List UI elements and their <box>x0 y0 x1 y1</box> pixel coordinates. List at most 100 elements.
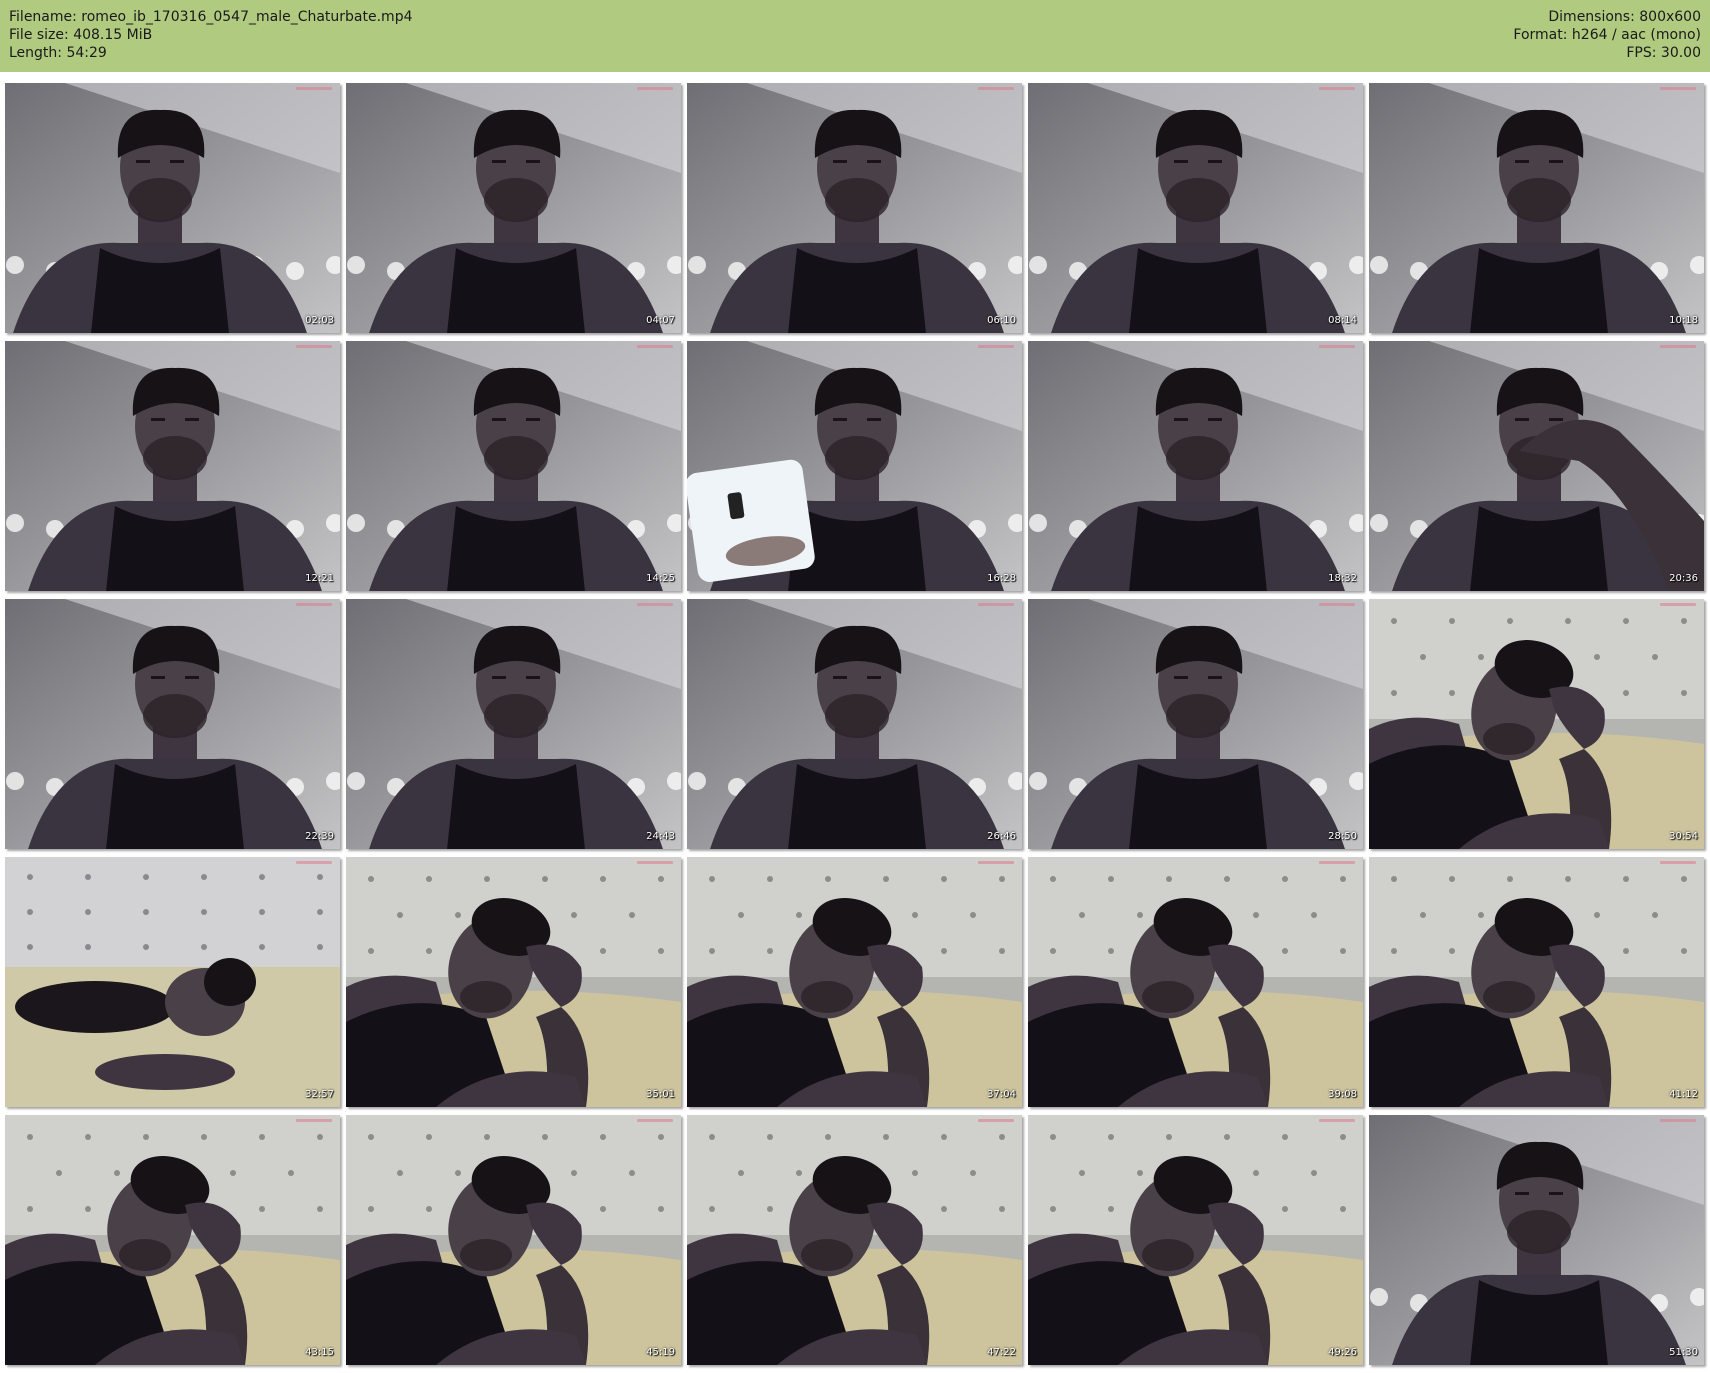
watermark-logo <box>1660 345 1696 348</box>
thumbnail-frame <box>1369 1115 1704 1365</box>
thumbnail-timestamp: 24:43 <box>646 831 675 842</box>
thumbnail-frame <box>687 341 1022 591</box>
watermark-logo <box>1319 87 1355 90</box>
watermark-logo <box>978 1119 1014 1122</box>
video-thumbnail[interactable]: 04:07 <box>346 83 681 333</box>
thumbnail-frame <box>346 1115 681 1365</box>
video-thumbnail[interactable]: 30:54 <box>1369 599 1704 849</box>
thumbnail-timestamp: 08:14 <box>1328 315 1357 326</box>
video-thumbnail[interactable]: 28:50 <box>1028 599 1363 849</box>
video-thumbnail[interactable]: 08:14 <box>1028 83 1363 333</box>
thumbnail-frame <box>687 83 1022 333</box>
watermark-logo <box>1660 603 1696 606</box>
thumbnail-frame <box>5 341 340 591</box>
thumbnail-frame <box>346 857 681 1107</box>
format-text: Format: h264 / aac (mono) <box>1513 27 1701 43</box>
watermark-logo <box>978 345 1014 348</box>
thumbnail-frame <box>1028 599 1363 849</box>
thumbnail-grid: 02:03 04:07 06:10 08:14 10:18 12:21 14:25 16:28… <box>5 83 1707 1371</box>
thumbnail-timestamp: 30:54 <box>1669 831 1698 842</box>
filesize-text: File size: 408.15 MiB <box>9 27 153 43</box>
thumbnail-timestamp: 35:01 <box>646 1089 675 1100</box>
video-thumbnail[interactable]: 24:43 <box>346 599 681 849</box>
file-info-right: Dimensions: 800x600 Format: h264 / aac (… <box>1513 8 1701 62</box>
thumbnail-timestamp: 22:39 <box>305 831 334 842</box>
thumbnail-frame <box>687 857 1022 1107</box>
thumbnail-timestamp: 20:36 <box>1669 573 1698 584</box>
phone-in-hand <box>687 459 815 582</box>
thumbnail-frame <box>687 1115 1022 1365</box>
video-thumbnail[interactable]: 39:08 <box>1028 857 1363 1107</box>
video-thumbnail[interactable]: 10:18 <box>1369 83 1704 333</box>
watermark-logo <box>978 87 1014 90</box>
length-text: Length: 54:29 <box>9 45 107 61</box>
video-thumbnail[interactable]: 49:26 <box>1028 1115 1363 1365</box>
video-thumbnail[interactable]: 41:12 <box>1369 857 1704 1107</box>
video-thumbnail[interactable]: 06:10 <box>687 83 1022 333</box>
video-thumbnail[interactable]: 20:36 <box>1369 341 1704 591</box>
thumbnail-frame <box>1028 857 1363 1107</box>
video-thumbnail[interactable]: 16:28 <box>687 341 1022 591</box>
thumbnail-frame <box>346 341 681 591</box>
thumbnail-frame <box>346 83 681 333</box>
thumbnail-frame <box>687 599 1022 849</box>
thumbnail-timestamp: 18:32 <box>1328 573 1357 584</box>
video-thumbnail[interactable]: 47:22 <box>687 1115 1022 1365</box>
file-info-left: Filename: romeo_ib_170316_0547_male_Chat… <box>9 8 413 62</box>
watermark-logo <box>637 345 673 348</box>
watermark-logo <box>978 603 1014 606</box>
thumbnail-timestamp: 10:18 <box>1669 315 1698 326</box>
watermark-logo <box>1319 345 1355 348</box>
watermark-logo <box>296 1119 332 1122</box>
video-thumbnail[interactable]: 18:32 <box>1028 341 1363 591</box>
video-thumbnail[interactable]: 26:46 <box>687 599 1022 849</box>
thumbnail-timestamp: 37:04 <box>987 1089 1016 1100</box>
video-thumbnail[interactable]: 32:57 <box>5 857 340 1107</box>
thumbnail-timestamp: 12:21 <box>305 573 334 584</box>
watermark-logo <box>1319 1119 1355 1122</box>
thumbnail-frame <box>1028 83 1363 333</box>
video-thumbnail[interactable]: 45:19 <box>346 1115 681 1365</box>
thumbnail-frame <box>5 599 340 849</box>
thumbnail-timestamp: 32:57 <box>305 1089 334 1100</box>
watermark-logo <box>637 87 673 90</box>
watermark-logo <box>1319 603 1355 606</box>
thumbnail-timestamp: 39:08 <box>1328 1089 1357 1100</box>
thumbnail-timestamp: 28:50 <box>1328 831 1357 842</box>
thumbnail-timestamp: 49:26 <box>1328 1347 1357 1358</box>
thumbnail-frame <box>5 1115 340 1365</box>
thumbnail-frame <box>1369 83 1704 333</box>
thumbnail-frame <box>1028 341 1363 591</box>
video-thumbnail[interactable]: 51:30 <box>1369 1115 1704 1365</box>
thumbnail-frame <box>1369 857 1704 1107</box>
info-header: Filename: romeo_ib_170316_0547_male_Chat… <box>0 0 1710 72</box>
watermark-logo <box>1660 1119 1696 1122</box>
thumbnail-timestamp: 43:15 <box>305 1347 334 1358</box>
fps-text: FPS: 30.00 <box>1626 45 1701 61</box>
watermark-logo <box>1660 87 1696 90</box>
thumbnail-timestamp: 41:12 <box>1669 1089 1698 1100</box>
watermark-logo <box>978 861 1014 864</box>
video-thumbnail[interactable]: 37:04 <box>687 857 1022 1107</box>
watermark-logo <box>296 861 332 864</box>
video-thumbnail[interactable]: 02:03 <box>5 83 340 333</box>
thumbnail-frame <box>346 599 681 849</box>
watermark-logo <box>637 1119 673 1122</box>
video-thumbnail[interactable]: 35:01 <box>346 857 681 1107</box>
thumbnail-frame <box>1369 599 1704 849</box>
watermark-logo <box>1660 861 1696 864</box>
filename-text: Filename: romeo_ib_170316_0547_male_Chat… <box>9 9 413 25</box>
thumbnail-frame <box>1369 341 1704 591</box>
watermark-logo <box>296 345 332 348</box>
thumbnail-timestamp: 02:03 <box>305 315 334 326</box>
thumbnail-timestamp: 14:25 <box>646 573 675 584</box>
video-thumbnail[interactable]: 22:39 <box>5 599 340 849</box>
thumbnail-timestamp: 45:19 <box>646 1347 675 1358</box>
video-thumbnail[interactable]: 12:21 <box>5 341 340 591</box>
thumbnail-timestamp: 16:28 <box>987 573 1016 584</box>
watermark-logo <box>296 603 332 606</box>
video-thumbnail[interactable]: 14:25 <box>346 341 681 591</box>
thumbnail-frame <box>5 83 340 333</box>
thumbnail-timestamp: 04:07 <box>646 315 675 326</box>
video-thumbnail[interactable]: 43:15 <box>5 1115 340 1365</box>
